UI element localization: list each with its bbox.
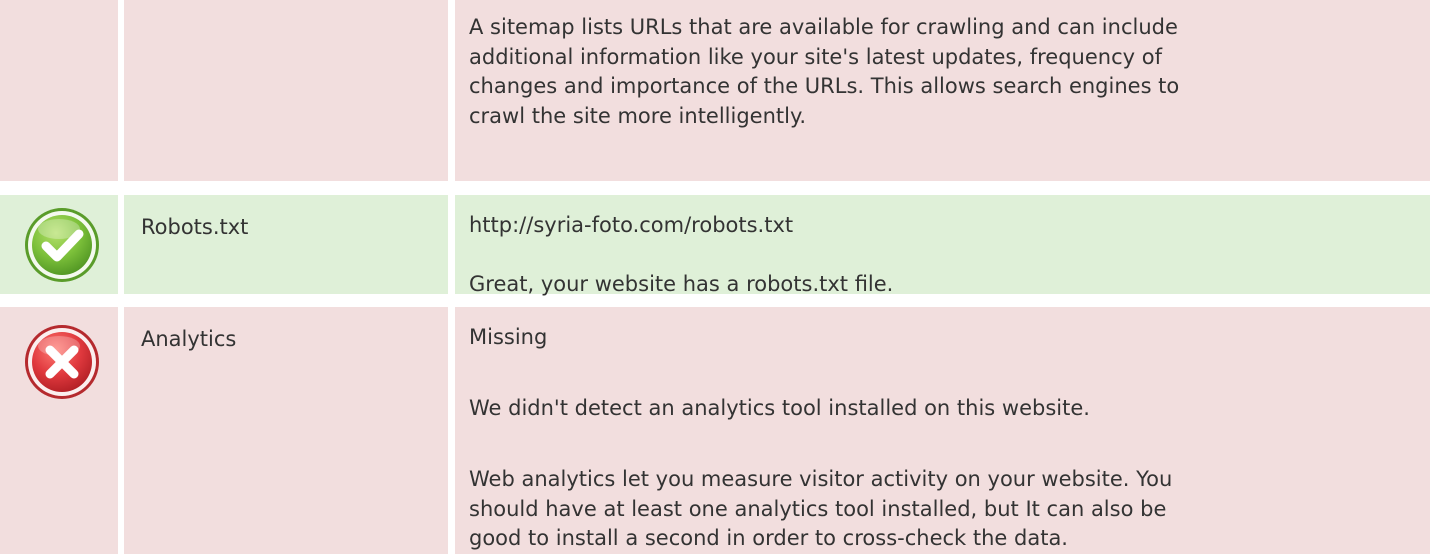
check-description-cell: Missing We didn't detect an analytics to… — [455, 307, 1430, 554]
check-message: Great, your website has a robots.txt fil… — [469, 272, 894, 296]
check-name: Analytics — [141, 327, 237, 351]
description-line: should have at least one analytics tool … — [469, 496, 1167, 521]
description-line: crawl the site more intelligently. — [469, 103, 807, 128]
description-line: additional information like your site's … — [469, 44, 1162, 69]
report-row-sitemap: A sitemap lists URLs that are available … — [0, 0, 1430, 181]
check-name: Robots.txt — [141, 215, 249, 239]
check-value: Missing — [469, 325, 548, 349]
seo-report-table: A sitemap lists URLs that are available … — [0, 0, 1430, 554]
cross-icon — [25, 325, 99, 399]
status-cell — [0, 195, 118, 294]
description-line: good to install a second in order to cro… — [469, 526, 1068, 550]
check-name-cell — [124, 0, 448, 181]
check-name-cell: Analytics — [124, 307, 448, 554]
description-line: A sitemap lists URLs that are available … — [469, 15, 1178, 39]
description-line: changes and importance of the URLs. This… — [469, 74, 1180, 98]
check-description-cell: http://syria-foto.com/robots.txt Great, … — [455, 195, 1430, 296]
check-value: http://syria-foto.com/robots.txt — [469, 213, 794, 237]
report-row-robots: Robots.txt http://syria-foto.com/robots.… — [0, 195, 1430, 296]
check-icon — [25, 208, 99, 282]
check-name-cell: Robots.txt — [124, 195, 448, 294]
check-description-cell: A sitemap lists URLs that are available … — [455, 0, 1430, 181]
description-line: Web analytics let you measure visitor ac… — [469, 467, 1173, 491]
status-cell — [0, 307, 118, 554]
check-message: We didn't detect an analytics tool insta… — [469, 396, 1090, 420]
report-row-analytics: Analytics Missing We didn't detect an an… — [0, 307, 1430, 554]
status-cell — [0, 0, 118, 181]
